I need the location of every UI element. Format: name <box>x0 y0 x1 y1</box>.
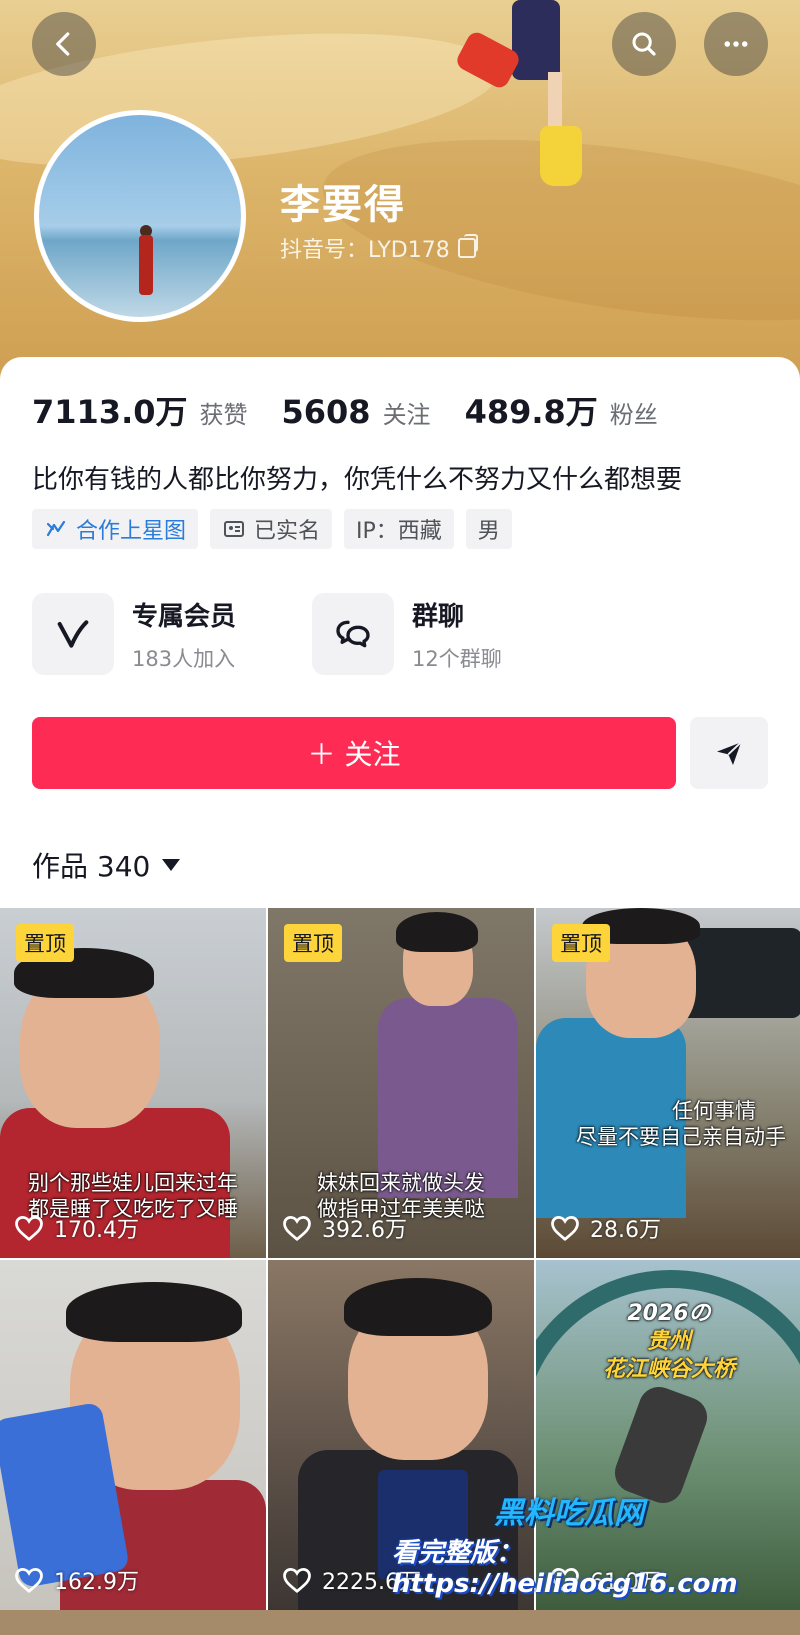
video-tile[interactable]: 置顶 别个那些娃儿回来过年 都是睡了又吃吃了又睡 170.4万 <box>0 908 266 1258</box>
search-icon <box>632 32 656 56</box>
video-caption: 2026の 贵州 花江峡谷大桥 <box>602 1301 735 1382</box>
tag-label: 合作上星图 <box>76 519 187 544</box>
profile-card: 7113.0万 获赞 5608 关注 489.8万 粉丝 比你有钱的人都比你努力… <box>0 357 800 917</box>
banner-figure <box>453 0 610 200</box>
group-chat-icon <box>336 620 370 648</box>
id-card-icon <box>224 521 245 537</box>
chevron-left-icon <box>56 32 70 56</box>
stats-row: 7113.0万 获赞 5608 关注 489.8万 粉丝 <box>32 387 692 433</box>
tag-label: 已实名 <box>254 519 321 544</box>
douyin-id[interactable]: 抖音号：LYD178 <box>280 232 478 264</box>
stat-followers[interactable]: 489.8万 粉丝 <box>465 387 658 433</box>
video-tile[interactable]: 162.9万 <box>0 1260 266 1610</box>
share-button[interactable] <box>690 717 768 789</box>
v-icon <box>57 620 89 648</box>
tag-label: 男 <box>477 519 500 544</box>
works-label: 作品 340 <box>32 850 151 883</box>
heart-icon <box>15 1215 43 1242</box>
stat-likes[interactable]: 7113.0万 获赞 <box>32 387 248 433</box>
search-button[interactable] <box>612 12 676 76</box>
membership-icon-box <box>32 593 114 675</box>
profile-name: 李要得 <box>280 182 406 228</box>
heart-icon <box>15 1567 43 1594</box>
bio-text: 比你有钱的人都比你努力，你凭什么不努力又什么都想要 <box>32 465 683 495</box>
group-chat-entry[interactable]: 群聊 12个群聊 <box>312 593 502 675</box>
stat-label: 获赞 <box>199 401 248 429</box>
heart-icon <box>283 1567 311 1594</box>
feature-subtitle: 12个群聊 <box>412 646 502 671</box>
video-tile[interactable]: 置顶 任何事情 尽量不要自己亲自动手 28.6万 <box>536 908 800 1258</box>
video-caption: 任何事情 尽量不要自己亲自动手 <box>576 1099 786 1149</box>
watermark-title: 黑料吃瓜网 <box>494 1496 644 1531</box>
caret-down-icon <box>162 859 181 871</box>
stat-following[interactable]: 5608 关注 <box>282 393 431 431</box>
stat-label: 关注 <box>382 401 431 429</box>
tag-ip: IP：西藏 <box>344 509 454 549</box>
tag-label: IP：西藏 <box>356 519 442 544</box>
pinned-badge: 置顶 <box>552 924 610 962</box>
more-dots-icon <box>724 41 748 47</box>
feature-title: 群聊 <box>412 601 465 632</box>
avatar[interactable] <box>34 110 246 322</box>
stat-value: 5608 <box>281 393 371 431</box>
back-button[interactable] <box>32 12 96 76</box>
douyin-id-text: 抖音号：LYD178 <box>280 238 450 263</box>
feature-subtitle: 183人加入 <box>132 646 236 671</box>
tag-verified[interactable]: 已实名 <box>210 509 333 549</box>
membership-entry[interactable]: 专属会员 183人加入 <box>32 593 236 675</box>
video-likes: 162.9万 <box>14 1564 139 1596</box>
heart-icon <box>283 1215 311 1242</box>
works-dropdown[interactable]: 作品 340 <box>32 845 181 885</box>
copy-icon[interactable] <box>457 234 478 258</box>
feature-title: 专属会员 <box>132 601 237 632</box>
video-likes: 28.6万 <box>550 1212 661 1244</box>
heart-icon <box>551 1215 579 1242</box>
video-tile[interactable]: 置顶 妹妹回来就做头发 做指甲过年美美哒 392.6万 <box>268 908 534 1258</box>
next-row-preview <box>0 1610 800 1635</box>
more-button[interactable] <box>704 12 768 76</box>
send-icon <box>717 741 742 765</box>
tag-star-map[interactable]: 合作上星图 <box>32 509 199 549</box>
pinned-badge: 置顶 <box>284 924 342 962</box>
stat-value: 7113.0万 <box>32 393 188 431</box>
tag-row: 合作上星图 已实名 IP：西藏 男 <box>32 509 512 549</box>
video-likes: 170.4万 <box>14 1212 139 1244</box>
follow-button[interactable]: ＋ 关注 <box>32 717 676 789</box>
pinned-badge: 置顶 <box>16 924 74 962</box>
video-likes: 392.6万 <box>282 1212 407 1244</box>
group-chat-icon-box <box>312 593 394 675</box>
stat-label: 粉丝 <box>609 401 658 429</box>
stat-value: 489.8万 <box>464 393 598 431</box>
tag-gender: 男 <box>465 509 512 549</box>
watermark-url: 看完整版：https://heiliaocg16.com <box>392 1538 738 1599</box>
star-map-icon <box>46 520 66 537</box>
